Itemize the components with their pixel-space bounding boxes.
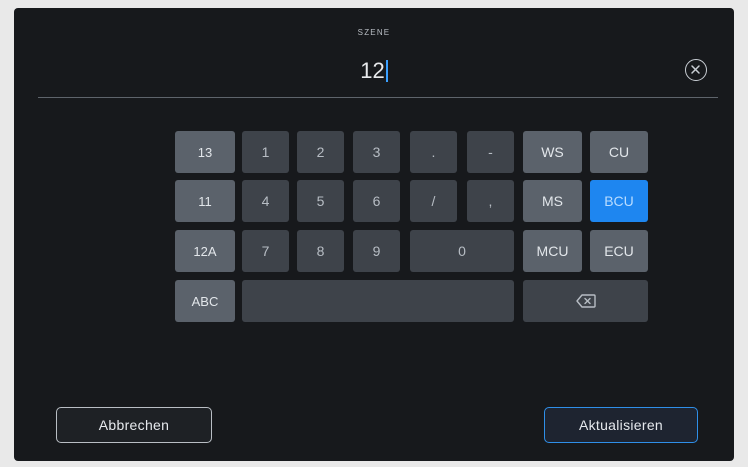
shot-key-ws[interactable]: WS [523, 131, 582, 173]
key-2[interactable]: 2 [297, 131, 344, 173]
suggestion-key-12a[interactable]: 12A [175, 230, 235, 272]
field-label: SZENE [357, 28, 391, 37]
key-8[interactable]: 8 [297, 230, 344, 272]
shot-key-ecu[interactable]: ECU [590, 230, 648, 272]
key-comma[interactable]: , [467, 180, 514, 222]
key-9[interactable]: 9 [353, 230, 400, 272]
cancel-button[interactable]: Abbrechen [56, 407, 212, 443]
shot-key-bcu[interactable]: BCU [590, 180, 648, 222]
key-hyphen[interactable]: - [467, 131, 514, 173]
key-period[interactable]: . [410, 131, 457, 173]
clear-icon[interactable] [685, 59, 707, 81]
shot-key-mcu[interactable]: MCU [523, 230, 582, 272]
shot-key-ms[interactable]: MS [523, 180, 582, 222]
space-key[interactable] [242, 280, 514, 322]
key-7[interactable]: 7 [242, 230, 289, 272]
scene-input[interactable]: 12 [14, 56, 734, 86]
backspace-icon [575, 294, 596, 308]
suggestion-key-11[interactable]: 11 [175, 180, 235, 222]
key-slash[interactable]: / [410, 180, 457, 222]
divider [38, 97, 718, 98]
text-caret [385, 60, 388, 82]
suggestion-key-13[interactable]: 13 [175, 131, 235, 173]
key-0[interactable]: 0 [410, 230, 514, 272]
update-button[interactable]: Aktualisieren [544, 407, 698, 443]
scene-value: 12 [360, 58, 385, 83]
abc-key[interactable]: ABC [175, 280, 235, 322]
key-4[interactable]: 4 [242, 180, 289, 222]
key-6[interactable]: 6 [353, 180, 400, 222]
key-3[interactable]: 3 [353, 131, 400, 173]
key-5[interactable]: 5 [297, 180, 344, 222]
backspace-key[interactable] [523, 280, 648, 322]
shot-key-cu[interactable]: CU [590, 131, 648, 173]
key-1[interactable]: 1 [242, 131, 289, 173]
scene-entry-screen: SZENE 12 13 1 2 3 . - WS CU 11 4 5 6 / ,… [14, 8, 734, 461]
